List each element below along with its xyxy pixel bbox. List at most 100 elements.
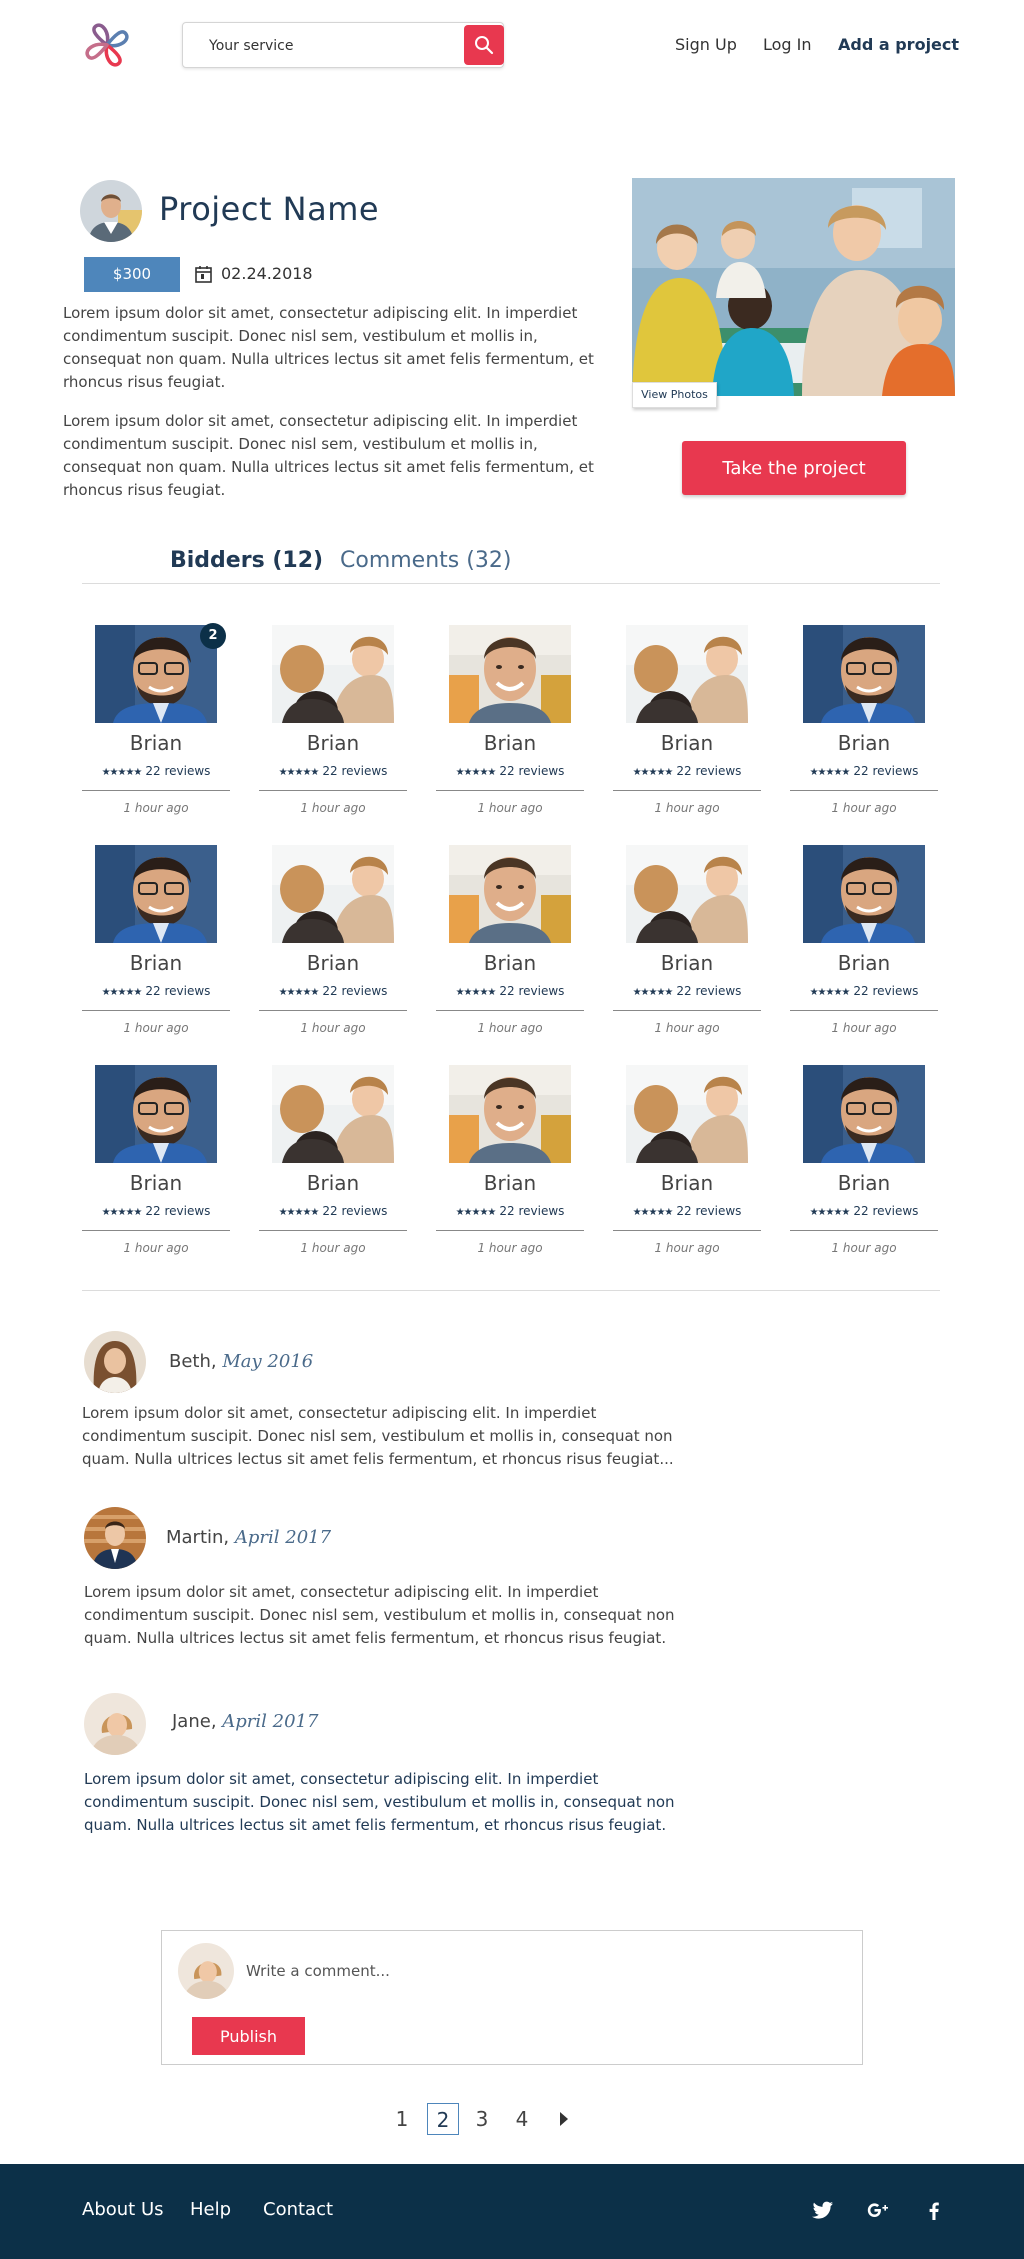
star-rating-icon: ★★★★★ [632, 1207, 674, 1218]
facebook-icon[interactable] [922, 2198, 946, 2222]
twitter-icon[interactable] [811, 2198, 835, 2222]
bidder-card[interactable]: Brian ★★★★★ 22 reviews 1 hour ago [613, 1065, 761, 1265]
card-divider [436, 1010, 584, 1011]
bidder-rating: ★★★★★ 22 reviews [259, 764, 407, 778]
add-project-link[interactable]: Add a project [838, 35, 959, 54]
card-divider [82, 1010, 230, 1011]
footer-help-link[interactable]: Help [190, 2199, 231, 2220]
page-4[interactable]: 4 [506, 2103, 538, 2135]
search-bar [182, 22, 504, 68]
login-link[interactable]: Log In [763, 35, 812, 54]
bidder-reviews: 22 reviews [676, 984, 742, 998]
bidder-time: 1 hour ago [477, 1021, 543, 1035]
bidder-card[interactable]: Brian ★★★★★ 22 reviews 1 hour ago [613, 845, 761, 1045]
bidder-rating: ★★★★★ 22 reviews [82, 1204, 230, 1218]
card-divider [613, 1010, 761, 1011]
star-rating-icon: ★★★★★ [632, 987, 674, 998]
comment-author: Jane, [172, 1711, 217, 1732]
bidder-card[interactable]: Brian ★★★★★ 22 reviews 1 hour ago [790, 1065, 938, 1265]
notification-badge: 2 [200, 623, 226, 649]
page-3[interactable]: 3 [466, 2103, 498, 2135]
bidder-card[interactable]: Brian ★★★★★ 22 reviews 1 hour ago [436, 845, 584, 1045]
footer-contact-link[interactable]: Contact [263, 2199, 333, 2220]
bidder-card[interactable]: Brian ★★★★★ 22 reviews 1 hour ago [82, 845, 230, 1045]
comment-author: Martin, [166, 1527, 230, 1548]
page-1[interactable]: 1 [386, 2103, 418, 2135]
bidder-card[interactable]: Brian ★★★★★ 22 reviews 1 hour ago [436, 625, 584, 825]
card-divider [259, 790, 407, 791]
bidder-name: Brian [837, 731, 891, 755]
bidder-card[interactable]: Brian ★★★★★ 22 reviews 1 hour ago [790, 625, 938, 825]
next-page-icon[interactable] [558, 2110, 570, 2128]
bidder-card[interactable]: Brian ★★★★★ 22 reviews 1 hour ago [613, 625, 761, 825]
bidder-time: 1 hour ago [831, 801, 897, 815]
footer-about-link[interactable]: About Us [82, 2199, 164, 2220]
search-input[interactable] [209, 35, 439, 57]
bidder-card[interactable]: Brian ★★★★★ 22 reviews 1 hour ago [82, 625, 230, 825]
search-button[interactable] [464, 25, 504, 65]
bidder-card[interactable]: Brian ★★★★★ 22 reviews 1 hour ago [259, 1065, 407, 1265]
bidder-card[interactable]: Brian ★★★★★ 22 reviews 1 hour ago [82, 1065, 230, 1265]
bidder-reviews: 22 reviews [676, 764, 742, 778]
comment-text: Lorem ipsum dolor sit amet, consectetur … [84, 1583, 675, 1647]
bidder-time: 1 hour ago [831, 1021, 897, 1035]
comment-form: Publish [161, 1930, 863, 2065]
comment-date: April 2017 [222, 1711, 319, 1732]
star-rating-icon: ★★★★★ [809, 767, 851, 778]
card-divider [613, 790, 761, 791]
page-2[interactable]: 2 [427, 2103, 459, 2135]
bidder-rating: ★★★★★ 22 reviews [436, 1204, 584, 1218]
bidder-rating: ★★★★★ 22 reviews [436, 764, 584, 778]
bidder-name: Brian [660, 1171, 714, 1195]
view-photos-button[interactable]: View Photos [632, 382, 717, 408]
bidder-name: Brian [306, 731, 360, 755]
tab-comments[interactable]: Comments (32) [340, 548, 511, 573]
comment-avatar-martin[interactable] [84, 1507, 146, 1569]
comment-text: Lorem ipsum dolor sit amet, consectetur … [82, 1404, 674, 1468]
bidder-card[interactable]: Brian ★★★★★ 22 reviews 1 hour ago [259, 625, 407, 825]
bidder-reviews: 22 reviews [145, 1204, 211, 1218]
bidder-photo [626, 845, 748, 943]
bidder-reviews: 22 reviews [322, 764, 388, 778]
card-divider [790, 1010, 938, 1011]
bidder-reviews: 22 reviews [499, 1204, 565, 1218]
publish-button[interactable]: Publish [192, 2017, 305, 2055]
comment-input[interactable] [246, 1959, 806, 1983]
calendar-icon [195, 266, 212, 283]
bidder-photo [626, 1065, 748, 1163]
comment-avatar-jane[interactable] [84, 1693, 146, 1755]
bidder-photo [449, 625, 571, 723]
take-project-button[interactable]: Take the project [682, 441, 906, 495]
bidder-reviews: 22 reviews [676, 1204, 742, 1218]
project-date: 02.24.2018 [221, 264, 313, 283]
project-description-2: Lorem ipsum dolor sit amet, consectetur … [63, 412, 594, 499]
signup-link[interactable]: Sign Up [675, 35, 737, 54]
bidder-photo [626, 625, 748, 723]
google-plus-icon[interactable] [866, 2198, 890, 2222]
bidder-reviews: 22 reviews [499, 984, 565, 998]
bidder-time: 1 hour ago [123, 1021, 189, 1035]
star-rating-icon: ★★★★★ [101, 987, 143, 998]
bidder-time: 1 hour ago [477, 1241, 543, 1255]
star-rating-icon: ★★★★★ [809, 1207, 851, 1218]
owner-avatar[interactable] [80, 180, 142, 242]
bidder-name: Brian [837, 951, 891, 975]
bidder-name: Brian [129, 1171, 183, 1195]
project-photo[interactable] [632, 178, 955, 396]
bidder-card[interactable]: Brian ★★★★★ 22 reviews 1 hour ago [436, 1065, 584, 1265]
logo-icon[interactable] [80, 18, 134, 72]
bidder-name: Brian [306, 951, 360, 975]
comment-author: Beth, [169, 1351, 217, 1372]
star-rating-icon: ★★★★★ [278, 1207, 320, 1218]
comment-avatar-beth[interactable] [84, 1331, 146, 1393]
bidder-photo [95, 625, 217, 723]
bidder-card[interactable]: Brian ★★★★★ 22 reviews 1 hour ago [790, 845, 938, 1045]
footer: About Us Help Contact [0, 2164, 1024, 2259]
current-user-avatar [178, 1943, 234, 1999]
tab-bidders[interactable]: Bidders (12) [170, 548, 323, 573]
card-divider [436, 790, 584, 791]
bidder-name: Brian [129, 951, 183, 975]
star-rating-icon: ★★★★★ [101, 1207, 143, 1218]
bidder-name: Brian [660, 731, 714, 755]
bidder-card[interactable]: Brian ★★★★★ 22 reviews 1 hour ago [259, 845, 407, 1045]
